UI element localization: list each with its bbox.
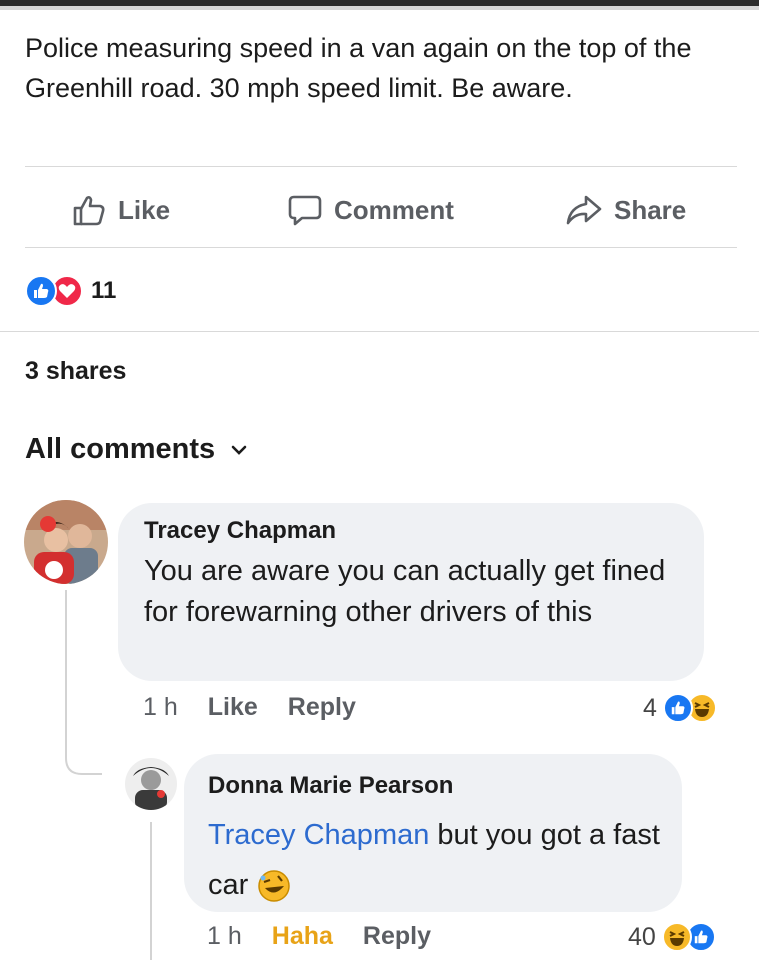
reply-author[interactable]: Donna Marie Pearson <box>208 772 682 800</box>
share-button[interactable]: Share <box>566 188 686 232</box>
comment-text: You are aware you can actually get fined… <box>144 555 666 628</box>
comment-author[interactable]: Tracey Chapman <box>144 517 704 545</box>
like-reaction-icon <box>662 693 693 723</box>
comments-filter[interactable]: All comments <box>25 433 247 466</box>
thread-line <box>65 590 67 755</box>
comment-bubble[interactable]: Tracey Chapman You are aware you can act… <box>118 503 704 681</box>
comment-reactions[interactable]: 4 <box>643 693 717 723</box>
like-button[interactable]: Like <box>72 188 170 232</box>
reply-time[interactable]: 1 h <box>207 922 242 951</box>
reply-reply-button[interactable]: Reply <box>363 922 431 951</box>
comment-reaction-count: 4 <box>643 693 657 722</box>
comment-like-button[interactable]: Like <box>208 693 258 722</box>
post-text: Police measuring speed in a van again on… <box>25 33 692 103</box>
reply-meta: 1 h Haha Reply <box>207 922 461 951</box>
reaction-count: 11 <box>91 277 117 304</box>
reaction-summary[interactable]: 11 <box>25 275 116 307</box>
reply-bubble[interactable]: Donna Marie Pearson Tracey Chapman but y… <box>184 754 682 912</box>
rolling-laughing-emoji-icon <box>258 870 291 903</box>
divider <box>25 166 737 167</box>
shares-count[interactable]: 3 shares <box>25 357 126 386</box>
divider <box>0 331 759 332</box>
thumbs-up-icon <box>73 196 105 226</box>
comment-label: Comment <box>334 194 454 225</box>
thread-line <box>150 822 152 960</box>
reply-reaction-count: 40 <box>628 922 656 951</box>
reply-text: Tracey Chapman but you got a fast car <box>208 810 668 910</box>
comment-reply-button[interactable]: Reply <box>288 693 356 722</box>
avatar[interactable] <box>125 758 177 810</box>
mention-link[interactable]: Tracey Chapman <box>208 819 429 851</box>
top-bar-shadow <box>0 6 759 10</box>
haha-reaction-icon <box>661 922 692 952</box>
comment-icon <box>288 195 322 226</box>
share-label: Share <box>614 194 687 225</box>
divider <box>25 247 737 248</box>
thread-connector <box>65 750 102 775</box>
reply-reactions[interactable]: 40 <box>628 922 716 952</box>
like-label: Like <box>118 194 171 225</box>
like-reaction-icon <box>25 275 57 307</box>
share-icon <box>566 195 602 225</box>
comments-filter-label: All comments <box>25 433 216 465</box>
comment-meta: 1 h Like Reply <box>143 693 386 722</box>
avatar[interactable] <box>24 500 108 584</box>
reply-haha-button[interactable]: Haha <box>272 922 333 951</box>
comment-button[interactable]: Comment <box>288 188 454 232</box>
chevron-down-icon <box>231 445 247 455</box>
comment-time[interactable]: 1 h <box>143 693 178 722</box>
